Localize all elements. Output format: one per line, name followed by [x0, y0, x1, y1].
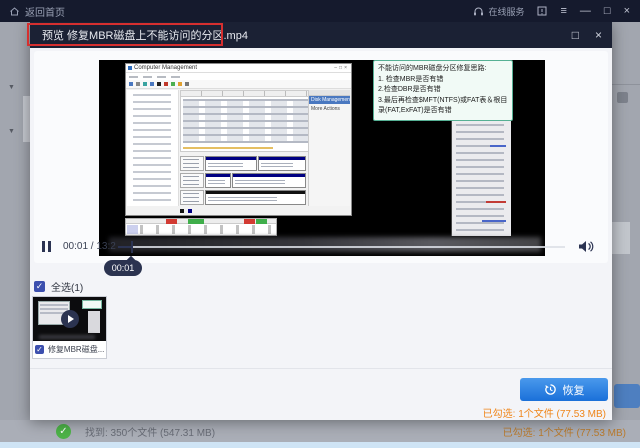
dialog-close-button[interactable]: × [595, 28, 602, 42]
actions-disk-management: Disk Management [309, 96, 350, 104]
annotation-line: 1. 检查MBR是否有错 [378, 75, 508, 86]
file-thumbnail-card[interactable]: ✓ 修复MBR磁盘... [32, 296, 107, 359]
collapse-caret-icon: ▼ [8, 84, 15, 91]
speaker-icon [578, 239, 595, 254]
video-surface[interactable]: Computer Management –□× [99, 60, 545, 256]
status-bar: ✓ 找到: 350个文件 (547.31 MB) 已勾选: 1个文件 (77.5… [0, 420, 640, 442]
thumb-annotation [82, 300, 102, 309]
horizontal-scrollbar [183, 147, 273, 149]
file-name-label: 修复MBR磁盘... [48, 344, 104, 355]
annotation-line: 2.检查DBR是否有错 [378, 85, 508, 96]
minimize-button[interactable]: — [580, 6, 591, 17]
annotation-line: 不能访问的MBR磁盘分区修复思路: [378, 64, 508, 75]
actions-more: More Actions [309, 106, 350, 112]
actions-pane: Disk Management More Actions [308, 90, 350, 206]
thumb-blur [39, 335, 95, 339]
thumb-panel [88, 311, 100, 333]
toolbar [126, 80, 351, 89]
disk-layout [180, 156, 311, 206]
dialog-title: 预览 修复MBR磁盘上不能访问的分区.mp4 [42, 27, 248, 43]
annotation-line: 3.最后再检查$MFT(NTFS)或FAT表＆根目录(FAT,ExFAT)是否有… [378, 96, 508, 117]
disk-legend [180, 208, 192, 213]
video-thumbnail [33, 297, 106, 341]
recover-button[interactable]: 恢复 [520, 378, 608, 401]
seek-bar-fill [118, 246, 132, 248]
window-app-icon [128, 66, 132, 70]
scan-complete-icon: ✓ [56, 424, 71, 439]
found-files-text: 找到: 350个文件 (547.31 MB) [85, 424, 215, 439]
online-service-label: 在线服务 [488, 5, 524, 18]
app-window: 返回首页 在线服务 ≡ — □ × ▼ ▼ ✓ 找到: 350个文件 (547.… [0, 0, 640, 448]
video-window-title: Computer Management [134, 65, 197, 71]
volume-button[interactable] [578, 239, 595, 259]
checked-files-text: 已勾选: 1个文件 (77.53 MB) [503, 424, 626, 439]
close-button[interactable]: × [624, 6, 630, 17]
back-home-label: 返回首页 [25, 4, 65, 19]
title-bar: 返回首页 在线服务 ≡ — □ × [0, 0, 640, 22]
restore-clock-icon [544, 383, 557, 396]
headset-icon [473, 6, 484, 17]
video-annotation-box: 不能访问的MBR磁盘分区修复思路: 1. 检查MBR是否有错 2.检查DBR是否… [373, 60, 513, 121]
menu-bar [126, 73, 351, 80]
recover-button-label: 恢复 [563, 382, 585, 398]
collapse-caret-icon: ▼ [8, 128, 15, 135]
pause-button[interactable] [42, 241, 51, 252]
video-details-panel [451, 105, 511, 236]
video-computer-management-window: Computer Management –□× [125, 63, 352, 216]
seek-bar[interactable] [118, 246, 565, 248]
volume-list [180, 90, 311, 152]
dialog-header: 预览 修复MBR磁盘上不能访问的分区.mp4 □ × [30, 22, 612, 48]
bottom-progress-strip [0, 442, 640, 448]
dimmed-file-card [612, 222, 630, 254]
console-tree [127, 90, 179, 206]
divider [612, 84, 640, 85]
menu-icon[interactable]: ≡ [560, 6, 566, 17]
preview-dialog: 预览 修复MBR磁盘上不能访问的分区.mp4 □ × Computer Mana… [30, 22, 612, 420]
player-controls: 00:01 / 13:2 [30, 238, 612, 256]
back-home-button[interactable]: 返回首页 [9, 4, 65, 19]
dimmed-recover-button [614, 384, 640, 408]
feedback-icon[interactable] [537, 6, 547, 16]
dimmed-panel-edge [23, 96, 30, 142]
dialog-checked-text: 已勾选: 1个文件 (77.53 MB) [483, 405, 606, 420]
maximize-button[interactable]: □ [604, 6, 611, 17]
play-icon[interactable] [61, 310, 79, 328]
dimmed-right-panel [612, 22, 640, 420]
video-hex-editor [125, 218, 277, 236]
select-all-checkbox[interactable]: ✓ [34, 281, 45, 292]
dialog-body: Computer Management –□× [30, 48, 612, 420]
dimmed-left-panel: ▼ ▼ [0, 22, 30, 420]
online-service-button[interactable]: 在线服务 [473, 5, 524, 18]
file-checkbox[interactable]: ✓ [35, 345, 44, 354]
select-all-label: 全选(1) [51, 279, 83, 294]
divider [30, 368, 612, 369]
dimmed-file-icon [617, 92, 628, 103]
seek-tooltip: 00:01 [104, 260, 142, 276]
window-controls: –□× [334, 65, 349, 71]
select-all-row: ✓ 全选(1) [34, 279, 83, 294]
home-icon [9, 6, 20, 17]
playback-time: 00:01 / 13:2 [63, 241, 116, 252]
seek-handle[interactable] [131, 241, 133, 253]
dialog-maximize-button[interactable]: □ [572, 28, 579, 42]
